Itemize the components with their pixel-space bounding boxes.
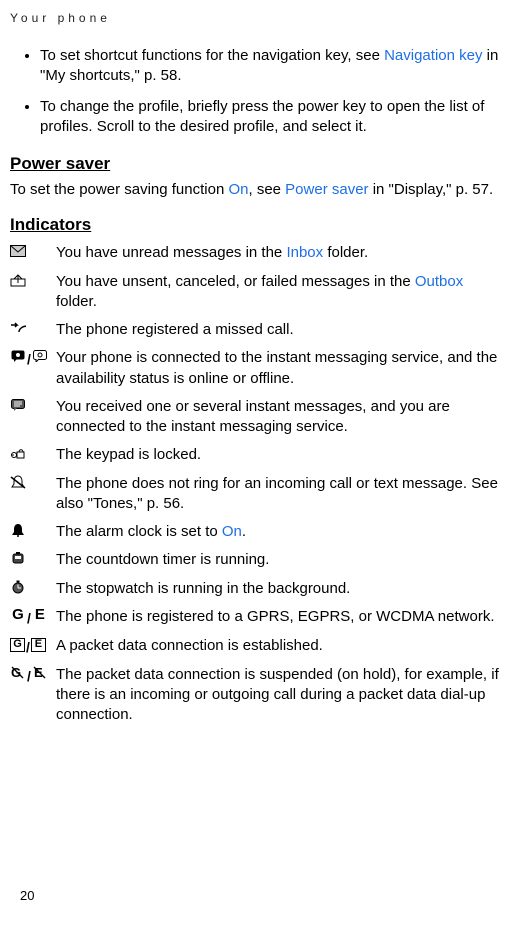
lock-icon [10,447,26,459]
indicator-icon-cell [10,243,56,257]
text: You have unsent, canceled, or failed mes… [56,273,415,290]
heading-power-saver: Power saver [10,153,507,176]
separator: / [27,350,31,369]
boxed-e-icon: E [31,638,46,652]
link[interactable]: Inbox [286,244,323,261]
indicator-desc: The phone registered a missed call. [56,320,507,340]
indicator-icon-cell [10,550,56,564]
indicator-desc: You have unsent, canceled, or failed mes… [56,272,507,313]
text: The alarm clock is set to [56,523,222,540]
indicator-row: The keypad is locked. [10,445,507,465]
indicator-desc: The phone is registered to a GPRS, EGPRS… [56,607,507,627]
indicator-desc: You received one or several instant mess… [56,397,507,438]
bullet-item: To set shortcut functions for the naviga… [40,46,507,87]
g-susp-icon: G [10,667,26,679]
indicator-icon-cell [10,397,56,411]
bullet-list: To set shortcut functions for the naviga… [10,46,507,137]
e-susp-icon: E [32,667,48,679]
text: To change the profile, briefly press the… [40,98,484,135]
indicator-row: G / EThe packet data connection is suspe… [10,665,507,726]
im-on-icon [10,350,26,362]
indicator-icon-cell: G / E [10,607,56,628]
text: A packet data connection is established. [56,637,323,654]
missed-icon [10,322,26,334]
text: folder. [323,244,368,261]
indicator-row: The stopwatch is running in the backgrou… [10,579,507,599]
text: Your phone is connected to the instant m… [56,349,497,386]
page-number: 20 [20,887,34,905]
indicator-icon-cell: G / E [10,665,56,686]
indicator-desc: The phone does not ring for an incoming … [56,474,507,515]
indicator-icon-cell [10,474,56,488]
text: . [242,523,246,540]
im-msg-icon [10,399,26,411]
bullet-item: To change the profile, briefly press the… [40,97,507,138]
indicator-icon-cell: / [10,348,56,369]
text: folder. [56,293,97,310]
text: The countdown timer is running. [56,551,269,568]
text: The stopwatch is running in the backgrou… [56,580,350,597]
indicator-desc: The packet data connection is suspended … [56,665,507,726]
indicator-row: You have unsent, canceled, or failed mes… [10,272,507,313]
timer-icon [10,552,26,564]
text: The packet data connection is suspended … [56,666,499,724]
indicator-icon-cell [10,445,56,459]
indicator-row: You received one or several instant mess… [10,397,507,438]
outbox-icon [10,274,26,286]
indicator-desc: Your phone is connected to the instant m… [56,348,507,389]
indicator-desc: The stopwatch is running in the backgrou… [56,579,507,599]
link[interactable]: Outbox [415,273,463,290]
text: in "Display," p. 57. [369,181,494,198]
indicator-icon-cell [10,579,56,593]
link-on[interactable]: On [228,181,248,198]
link[interactable]: On [222,523,242,540]
indicator-row: The phone registered a missed call. [10,320,507,340]
im-off-icon [32,350,48,362]
text: You received one or several instant mess… [56,398,450,435]
indicator-icon-cell: G / E [10,636,56,657]
alarm-icon [10,524,26,536]
text: To set the power saving function [10,181,228,198]
separator: / [27,667,31,686]
indicator-row: The alarm clock is set to On. [10,522,507,542]
text: To set shortcut functions for the naviga… [40,47,384,64]
indicator-row: You have unread messages in the Inbox fo… [10,243,507,263]
link[interactable]: Navigation key [384,47,482,64]
envelope-icon [10,245,26,257]
indicator-desc: The countdown timer is running. [56,550,507,570]
text: , see [248,181,285,198]
indicator-desc: You have unread messages in the Inbox fo… [56,243,507,263]
page-header: Your phone [10,10,507,26]
g-icon: G [10,609,26,621]
text: The keypad is locked. [56,446,201,463]
indicator-row: / Your phone is connected to the instant… [10,348,507,389]
silent-icon [10,476,26,488]
indicator-icon-cell [10,320,56,334]
separator: / [27,609,31,628]
indicator-icon-cell [10,522,56,536]
boxed-g-icon: G [10,638,25,652]
indicator-desc: A packet data connection is established. [56,636,507,656]
separator: / [26,638,30,657]
indicator-desc: The alarm clock is set to On. [56,522,507,542]
text: The phone does not ring for an incoming … [56,475,498,512]
link-power-saver[interactable]: Power saver [285,181,368,198]
text: The phone registered a missed call. [56,321,294,338]
indicator-icon-cell [10,272,56,286]
stopwatch-icon [10,581,26,593]
indicator-desc: The keypad is locked. [56,445,507,465]
text: You have unread messages in the [56,244,286,261]
e-icon: E [32,609,48,621]
indicator-row: The countdown timer is running. [10,550,507,570]
indicator-list: You have unread messages in the Inbox fo… [10,243,507,725]
text: The phone is registered to a GPRS, EGPRS… [56,608,495,625]
indicator-row: G / EThe phone is registered to a GPRS, … [10,607,507,628]
heading-indicators: Indicators [10,214,507,237]
indicator-row: The phone does not ring for an incoming … [10,474,507,515]
power-saver-text: To set the power saving function On, see… [10,180,507,200]
indicator-row: G / EA packet data connection is establi… [10,636,507,657]
